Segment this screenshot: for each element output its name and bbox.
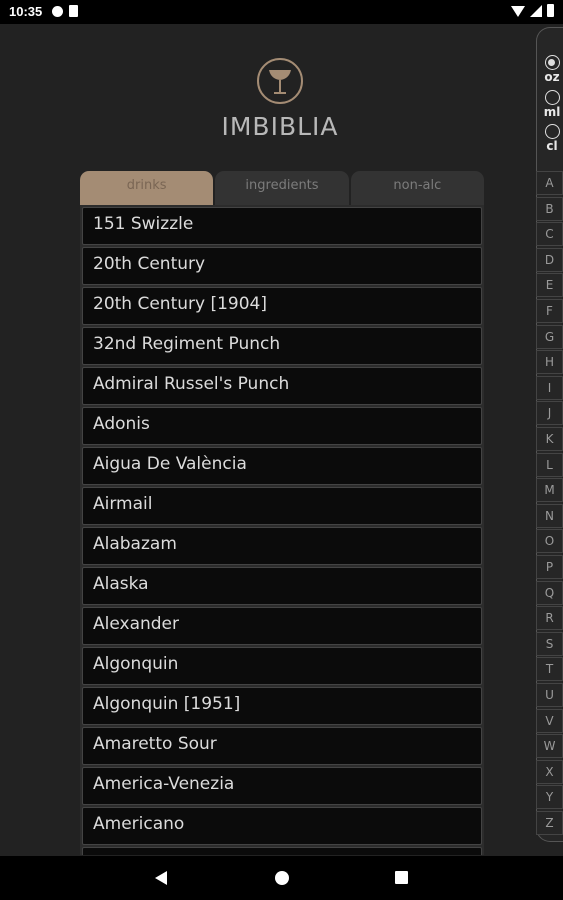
radio-ml[interactable] bbox=[544, 90, 560, 105]
tab-bar: drinks ingredients non-alc bbox=[80, 171, 484, 206]
list-item[interactable]: 32nd Regiment Punch bbox=[82, 327, 482, 365]
signal-icon bbox=[530, 4, 542, 17]
list-item[interactable]: 20th Century [1904] bbox=[82, 287, 482, 325]
alpha-index-f[interactable]: F bbox=[536, 299, 563, 323]
home-icon[interactable] bbox=[275, 871, 289, 885]
list-item[interactable]: 151 Swizzle bbox=[82, 207, 482, 245]
unit-option-cl[interactable]: cl bbox=[541, 124, 563, 153]
list-item[interactable] bbox=[82, 847, 482, 855]
alpha-index-b[interactable]: B bbox=[536, 196, 563, 221]
status-time: 10:35 bbox=[9, 4, 43, 19]
alpha-index-y[interactable]: Y bbox=[536, 785, 563, 810]
alpha-index-p[interactable]: P bbox=[536, 555, 563, 579]
list-item[interactable]: Algonquin [1951] bbox=[82, 687, 482, 725]
record-icon bbox=[52, 6, 63, 17]
wifi-icon bbox=[511, 6, 525, 17]
list-item[interactable]: Admiral Russel's Punch bbox=[82, 367, 482, 405]
alpha-index-e[interactable]: E bbox=[536, 273, 563, 298]
list-item[interactable]: Airmail bbox=[82, 487, 482, 525]
unit-label-cl: cl bbox=[546, 139, 558, 153]
alpha-index-w[interactable]: W bbox=[536, 734, 563, 759]
app-header: IMBIBLIA bbox=[200, 58, 360, 141]
alpha-index-h[interactable]: H bbox=[536, 350, 563, 375]
app-title: IMBIBLIA bbox=[221, 112, 339, 141]
list-item[interactable]: Amaretto Sour bbox=[82, 727, 482, 765]
alpha-index-s[interactable]: S bbox=[536, 631, 563, 656]
list-item[interactable]: Aigua De València bbox=[82, 447, 482, 485]
alpha-index-z[interactable]: Z bbox=[536, 811, 563, 835]
back-icon[interactable] bbox=[155, 871, 167, 885]
alpha-index-m[interactable]: M bbox=[536, 478, 563, 503]
radio-cl[interactable] bbox=[544, 124, 560, 139]
alpha-index-u[interactable]: U bbox=[536, 683, 563, 707]
unit-label-oz: oz bbox=[544, 70, 560, 84]
alpha-index-l[interactable]: L bbox=[536, 452, 563, 477]
unit-option-ml[interactable]: ml bbox=[541, 90, 563, 119]
list-item[interactable]: 20th Century bbox=[82, 247, 482, 285]
alpha-index-x[interactable]: X bbox=[536, 759, 563, 784]
alpha-index-a[interactable]: A bbox=[536, 171, 563, 195]
alpha-index-r[interactable]: R bbox=[536, 606, 563, 631]
navigation-bar bbox=[0, 856, 563, 900]
alpha-index-c[interactable]: C bbox=[536, 222, 563, 247]
alpha-index-v[interactable]: V bbox=[536, 708, 563, 733]
cocktail-glass-icon bbox=[257, 58, 303, 104]
alpha-index-i[interactable]: I bbox=[536, 375, 563, 400]
alpha-index-j[interactable]: J bbox=[536, 401, 563, 426]
alpha-index-o[interactable]: O bbox=[536, 529, 563, 554]
unit-option-oz[interactable]: oz bbox=[541, 55, 563, 84]
tab-non-alc[interactable]: non-alc bbox=[350, 171, 484, 206]
list-item[interactable]: Alaska bbox=[82, 567, 482, 605]
list-item[interactable]: Algonquin bbox=[82, 647, 482, 685]
sd-card-icon bbox=[69, 5, 78, 17]
list-item[interactable]: Alabazam bbox=[82, 527, 482, 565]
radio-oz[interactable] bbox=[544, 55, 560, 70]
alpha-index-t[interactable]: T bbox=[536, 657, 563, 682]
status-bar: 10:35 bbox=[0, 0, 563, 24]
alpha-index-d[interactable]: D bbox=[536, 247, 563, 272]
battery-icon bbox=[547, 4, 554, 17]
alpha-index-n[interactable]: N bbox=[536, 503, 563, 528]
tab-drinks[interactable]: drinks bbox=[80, 171, 214, 206]
list-item[interactable]: Americano bbox=[82, 807, 482, 845]
list-item[interactable]: Alexander bbox=[82, 607, 482, 645]
drinks-list[interactable]: 151 Swizzle 20th Century 20th Century [1… bbox=[80, 205, 484, 855]
alpha-index-k[interactable]: K bbox=[536, 427, 563, 451]
tab-ingredients[interactable]: ingredients bbox=[215, 171, 349, 206]
alpha-index-q[interactable]: Q bbox=[536, 580, 563, 605]
alpha-index-g[interactable]: G bbox=[536, 324, 563, 349]
list-item[interactable]: Adonis bbox=[82, 407, 482, 445]
recents-icon[interactable] bbox=[395, 871, 408, 884]
list-item[interactable]: America-Venezia bbox=[82, 767, 482, 805]
unit-label-ml: ml bbox=[543, 105, 561, 119]
